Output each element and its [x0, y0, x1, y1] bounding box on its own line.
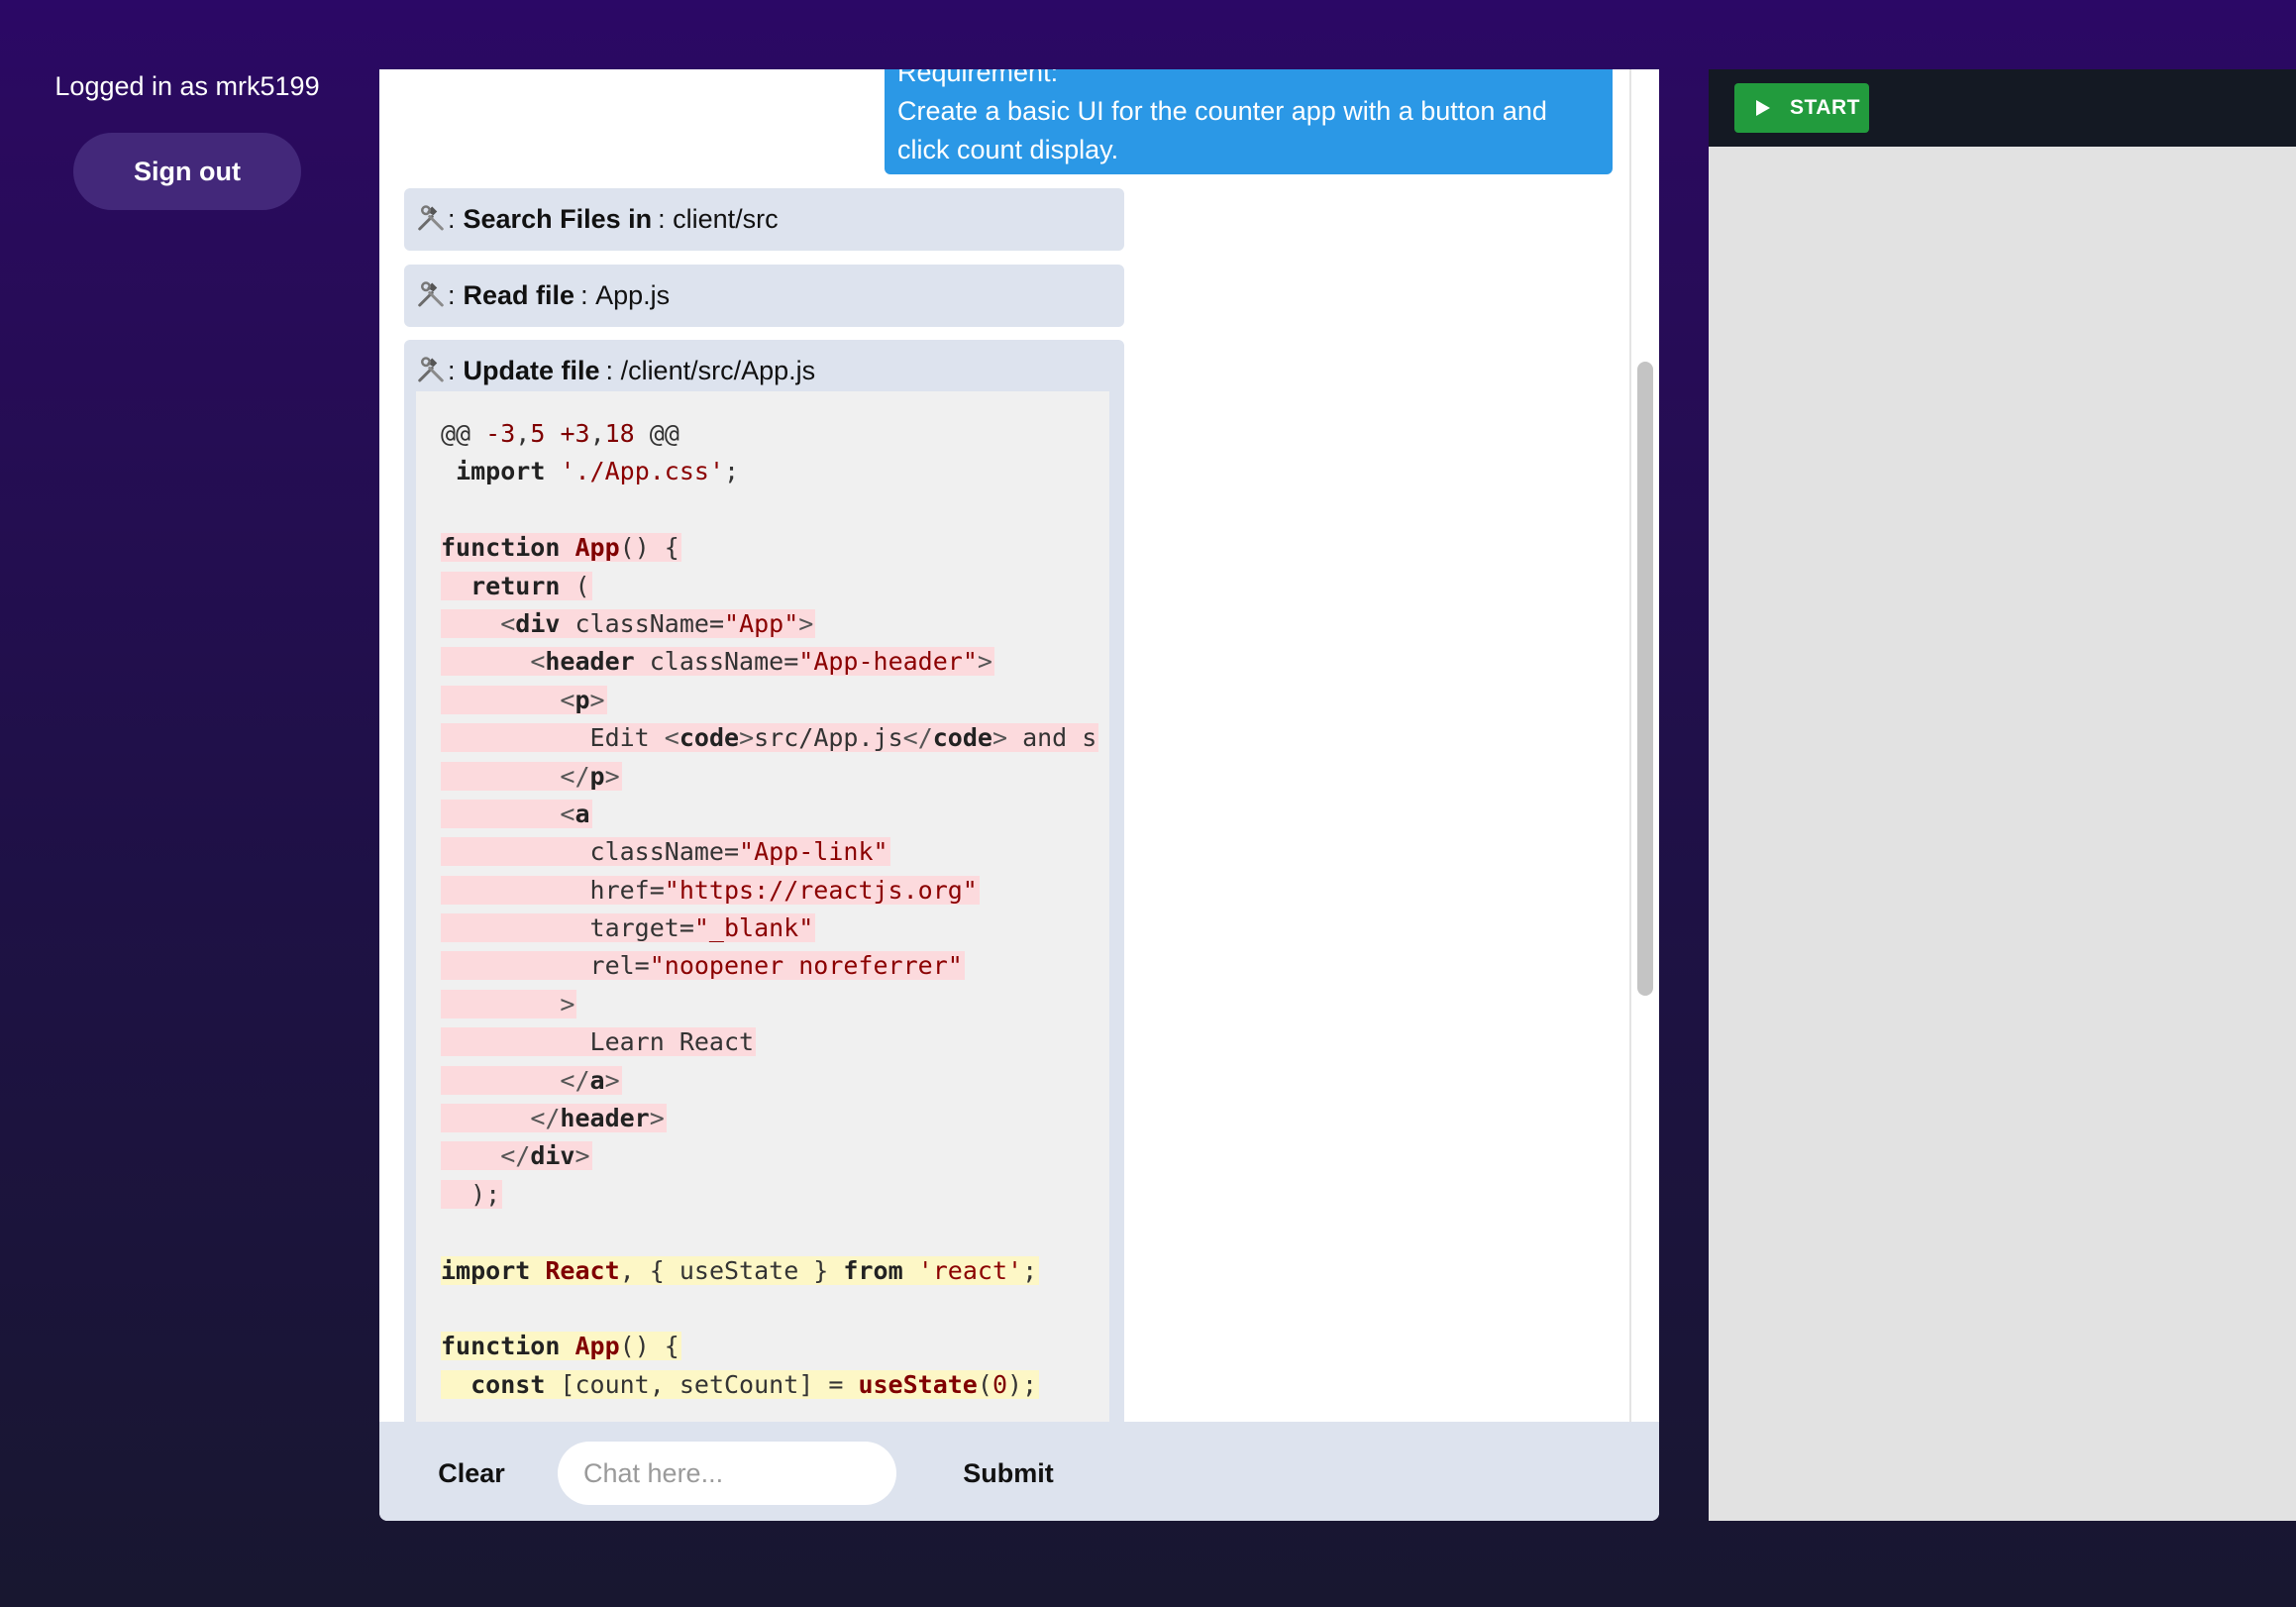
- diff-line-empty: [441, 491, 1109, 529]
- diff-line-removed: >: [441, 986, 1109, 1023]
- diff-line-empty: [441, 1214, 1109, 1251]
- play-icon: [1756, 100, 1770, 116]
- diff-line-added: const [count, setCount] = useState(0);: [441, 1366, 1109, 1404]
- tool-target: /client/src/App.js: [620, 355, 816, 385]
- tool-target: client/src: [673, 203, 779, 234]
- diff-line-removed: </a>: [441, 1062, 1109, 1100]
- hammer-wrench-icon: [418, 357, 444, 382]
- tool-action: Update file: [463, 355, 600, 385]
- tool-call-update-file[interactable]: : Update file: /client/src/App.js @@ -3,…: [404, 340, 1124, 1422]
- user-message-line: Requirement:: [897, 69, 1059, 87]
- diff-line-removed: Edit <code>src/App.js</code> and s: [441, 723, 1099, 753]
- tool-action: Search Files in: [463, 203, 653, 234]
- start-button-label: START: [1790, 96, 1860, 119]
- diff-line-empty: [441, 1290, 1109, 1328]
- clear-button[interactable]: Clear: [417, 1442, 526, 1505]
- diff-line-removed: rel="noopener noreferrer": [441, 951, 965, 981]
- diff-line-added: import React, { useState } from 'react';: [441, 1255, 1040, 1285]
- chat-panel: Requirement: Create a basic UI for the c…: [379, 69, 1659, 1521]
- diff-line-removed: <header className="App-header">: [441, 643, 1109, 681]
- diff-line-removed: target="_blank": [441, 913, 816, 943]
- diff-hunk-header: @@ -3,5 +3,18 @@: [441, 419, 679, 448]
- tool-call-read-file[interactable]: : Read file: App.js: [404, 265, 1124, 327]
- diff-line-removed: <p>: [441, 682, 1109, 719]
- tool-action: Read file: [463, 279, 575, 310]
- diff-line-removed: <a: [441, 796, 1109, 833]
- chat-input[interactable]: [558, 1442, 896, 1505]
- preview-panel: START: [1709, 69, 2296, 1521]
- sidebar: Logged in as mrk5199 Sign out: [0, 0, 376, 1607]
- chat-history[interactable]: Requirement: Create a basic UI for the c…: [379, 69, 1629, 1422]
- sign-out-button[interactable]: Sign out: [73, 133, 301, 210]
- tool-target: App.js: [595, 279, 671, 310]
- hammer-wrench-icon: [418, 205, 444, 231]
- logged-in-status: Logged in as mrk5199: [54, 71, 320, 101]
- diff-line-removed: function App() {: [441, 533, 681, 563]
- diff-code-block: @@ -3,5 +3,18 @@ import './App.css'; fun…: [416, 391, 1109, 1422]
- user-message-bubble: Requirement: Create a basic UI for the c…: [885, 69, 1613, 174]
- diff-line-removed: <div className="App">: [441, 605, 1109, 643]
- diff-line-removed: href="https://reactjs.org": [441, 875, 980, 905]
- diff-line-added: function App() {: [441, 1332, 681, 1361]
- diff-line-removed: className="App-link": [441, 837, 890, 867]
- user-message-line: click count display.: [897, 135, 1119, 164]
- diff-line-removed: </p>: [441, 758, 1109, 796]
- start-button[interactable]: START: [1734, 83, 1869, 133]
- user-message-line: Create a basic UI for the counter app wi…: [897, 96, 1547, 126]
- preview-toolbar: START: [1709, 69, 2296, 147]
- diff-line-context: import './App.css';: [456, 457, 740, 486]
- diff-line-removed: );: [441, 1179, 503, 1209]
- chat-input-bar: Clear Submit: [379, 1422, 1659, 1521]
- hammer-wrench-icon: [418, 281, 444, 307]
- diff-line-removed: Learn React: [441, 1027, 757, 1057]
- chat-scrollbar-thumb[interactable]: [1637, 362, 1653, 996]
- diff-line-removed: return (: [441, 568, 1109, 605]
- submit-button[interactable]: Submit: [904, 1440, 1112, 1507]
- tool-call-search-files[interactable]: : Search Files in: client/src: [404, 188, 1124, 251]
- diff-line-removed: </header>: [441, 1100, 1109, 1137]
- preview-area[interactable]: [1709, 147, 2296, 1521]
- diff-line-removed: </div>: [441, 1137, 1109, 1175]
